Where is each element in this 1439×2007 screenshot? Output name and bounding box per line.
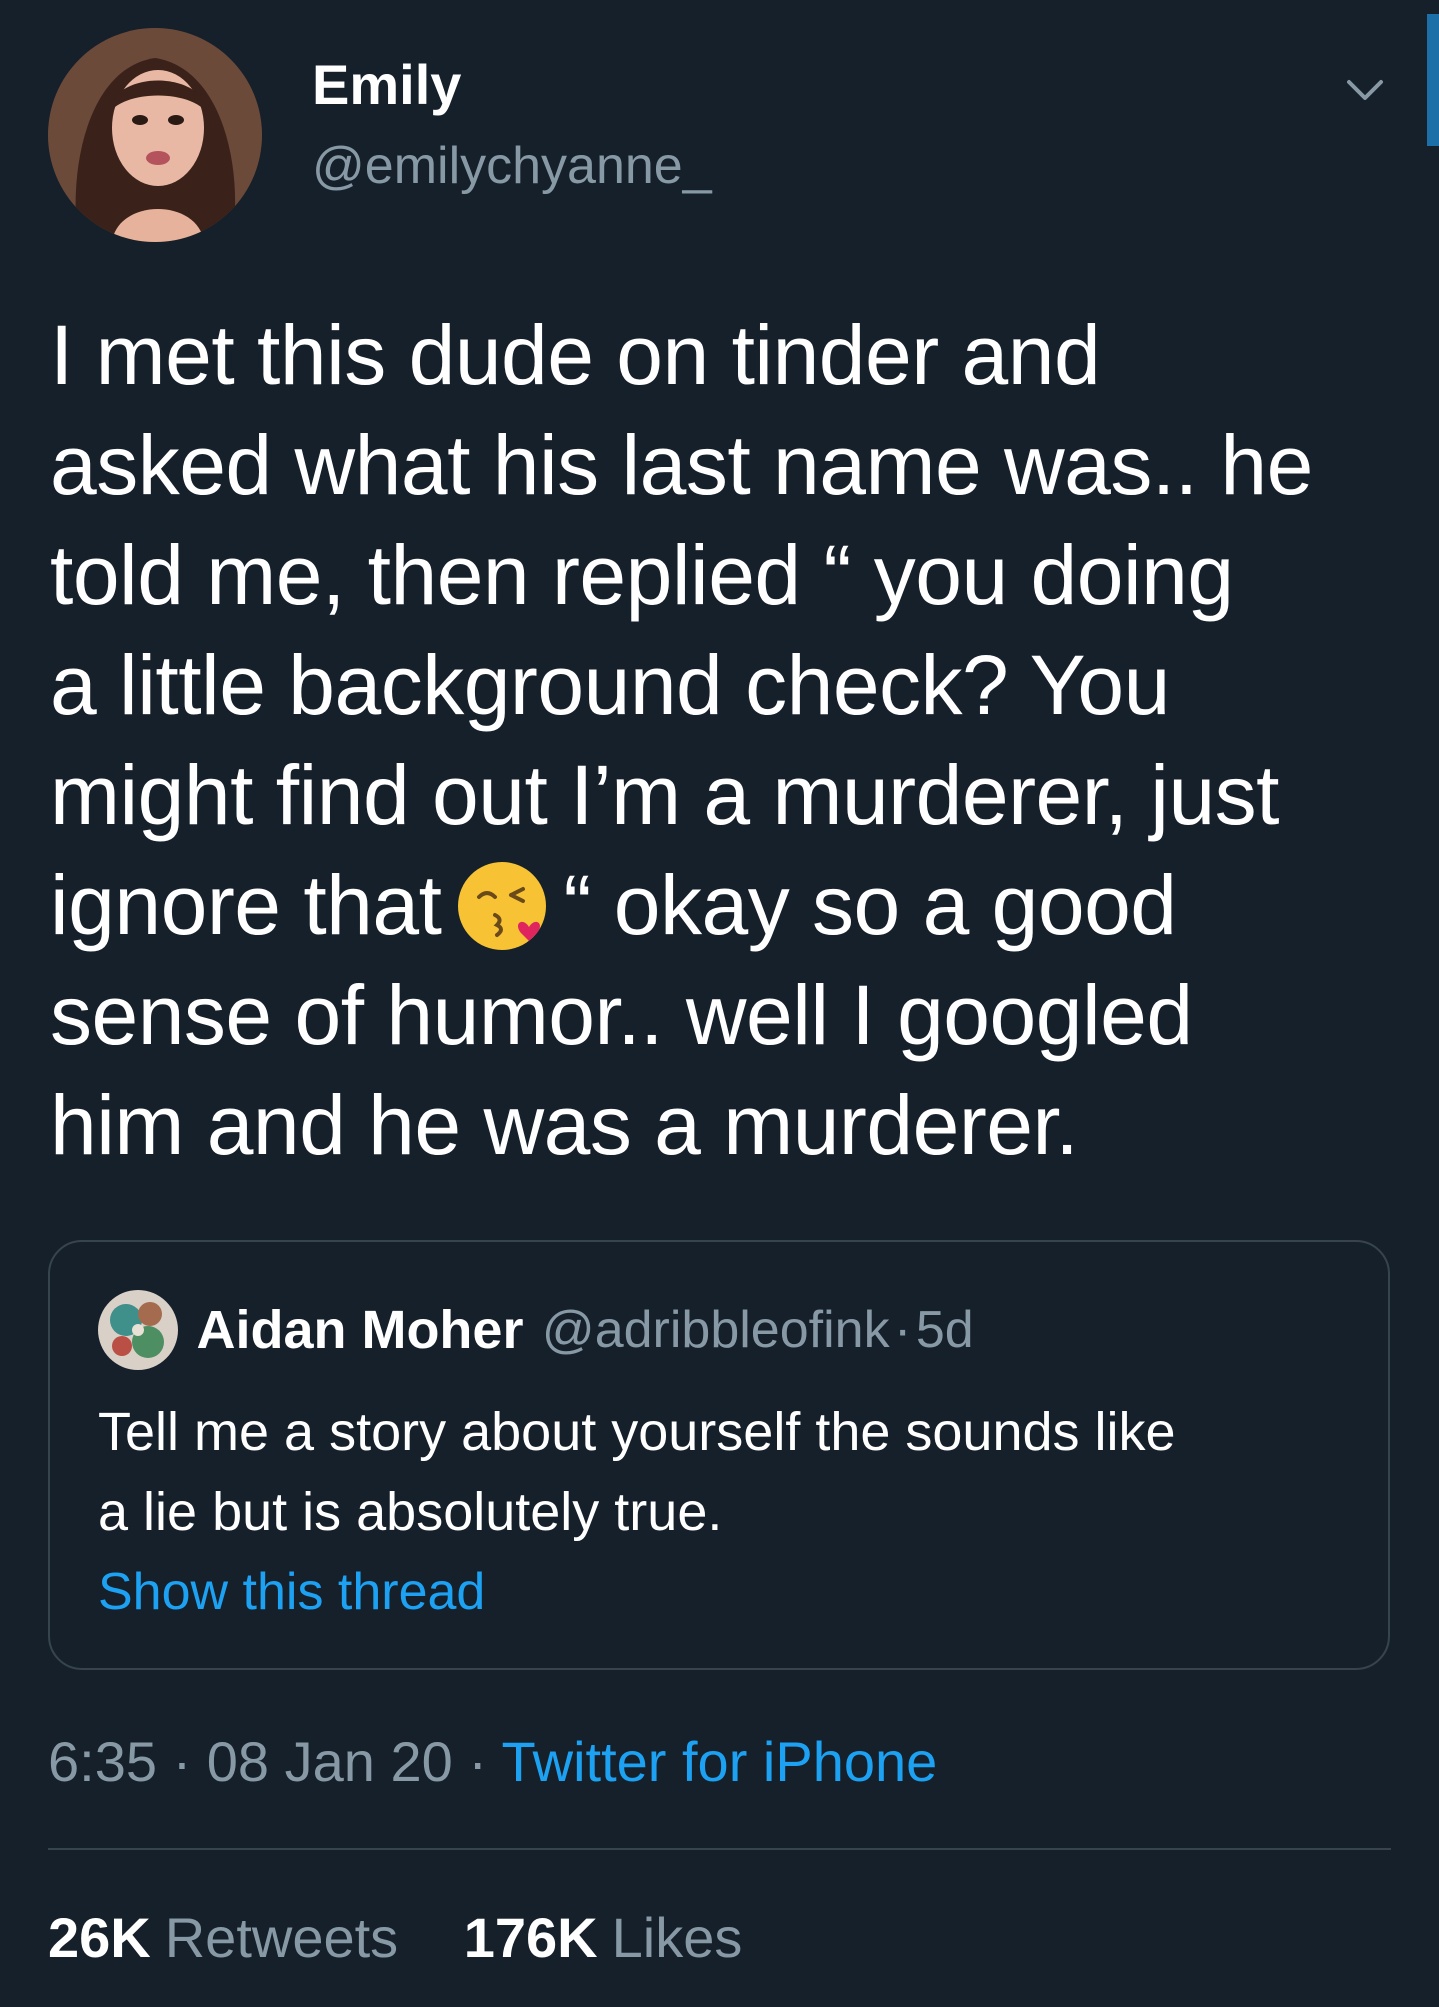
tweet-line: told me, then replied “ you doing	[50, 528, 1234, 622]
tweet-line-part: “ okay so a good	[563, 858, 1177, 952]
quoted-tweet-line: Tell me a story about yourself the sound…	[98, 1402, 1176, 1462]
author-names: Emily @emilychyanne_	[312, 52, 712, 196]
tweet-line: sense of humor.. well I googled	[50, 968, 1193, 1062]
tweet-stats: 26K Retweets 176K Likes	[48, 1906, 742, 1970]
scrollbar-thumb[interactable]	[1427, 14, 1439, 146]
quoted-author-handle[interactable]: @adribbleofink	[542, 1301, 890, 1359]
tweet-line: asked what his last name was.. he	[50, 418, 1313, 512]
tweet-source-link[interactable]: Twitter for iPhone	[502, 1730, 938, 1793]
tweet-line-part: ignore that	[50, 858, 442, 952]
tweet-line: him and he was a murderer.	[50, 1078, 1079, 1172]
quoted-author-avatar[interactable]	[98, 1290, 178, 1370]
separator-dot: ·	[468, 1730, 487, 1793]
chevron-down-icon[interactable]	[1341, 66, 1389, 114]
tweet-line: might find out I’m a murderer, just	[50, 748, 1280, 842]
tweet-date[interactable]: 08 Jan 20	[207, 1730, 453, 1793]
tweet-time[interactable]: 6:35	[48, 1730, 157, 1793]
likes-stat[interactable]: 176K Likes	[464, 1906, 743, 1969]
author-handle[interactable]: @emilychyanne_	[312, 136, 712, 196]
quoted-tweet-card[interactable]: Aidan Moher @adribbleofink · 5d Tell me …	[48, 1240, 1390, 1670]
quoted-tweet-line: a lie but is absolutely true.	[98, 1482, 723, 1542]
show-thread-link[interactable]: Show this thread	[98, 1562, 485, 1622]
face-blowing-kiss-icon	[453, 857, 551, 955]
retweets-label: Retweets	[164, 1906, 399, 1969]
tweet-metadata: 6:35 · 08 Jan 20 · Twitter for iPhone	[48, 1730, 937, 1794]
divider	[48, 1848, 1391, 1850]
author-avatar[interactable]	[48, 28, 262, 242]
quoted-tweet-text: Tell me a story about yourself the sound…	[98, 1392, 1358, 1552]
quoted-author-display-name[interactable]: Aidan Moher	[196, 1300, 523, 1360]
quoted-tweet-header: Aidan Moher @adribbleofink · 5d	[98, 1290, 974, 1374]
tweet-line: a little background check? You	[50, 638, 1170, 732]
tweet-header: Emily @emilychyanne_	[48, 28, 1391, 243]
separator-dot: ·	[172, 1730, 192, 1793]
quoted-tweet-time: 5d	[915, 1301, 974, 1359]
likes-count: 176K	[463, 1906, 598, 1969]
author-display-name[interactable]: Emily	[312, 52, 712, 118]
tweet-line: I met this dude on tinder and	[50, 308, 1101, 402]
likes-label: Likes	[611, 1906, 743, 1969]
tweet-text: I met this dude on tinder and asked what…	[50, 300, 1410, 1180]
retweets-stat[interactable]: 26K Retweets	[48, 1906, 398, 1969]
tweet-line-with-emoji: ignore that “ okay so a good	[50, 850, 1410, 960]
retweets-count: 26K	[48, 1906, 151, 1969]
separator-dot: ·	[894, 1301, 912, 1359]
